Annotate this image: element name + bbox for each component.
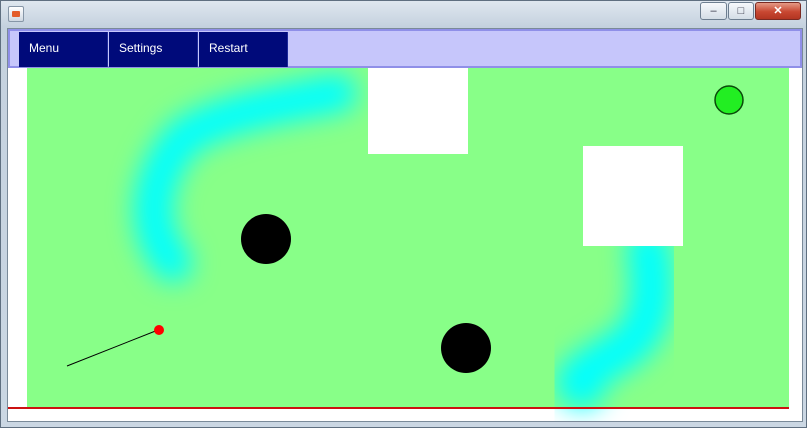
close-button[interactable]: ✕: [755, 2, 801, 20]
wall-block-right: [583, 146, 683, 246]
game-window: – □ ✕ Menu Settings Restart: [0, 0, 807, 428]
minimize-button[interactable]: –: [700, 2, 727, 20]
game-field-svg[interactable]: [8, 68, 802, 421]
restart-button[interactable]: Restart: [199, 32, 288, 67]
client-area: Menu Settings Restart: [7, 28, 803, 422]
settings-button[interactable]: Settings: [109, 32, 198, 67]
maximize-button[interactable]: □: [728, 2, 754, 20]
target-icon: [714, 85, 744, 115]
hole-icon: [241, 214, 291, 264]
title-bar[interactable]: – □ ✕: [1, 1, 806, 27]
hole-icon: [441, 323, 491, 373]
menu-bar: Menu Settings Restart: [8, 29, 802, 68]
wall-block-top: [368, 68, 468, 154]
ball-icon[interactable]: [154, 325, 164, 335]
menu-button[interactable]: Menu: [19, 32, 108, 67]
java-app-icon: [8, 6, 24, 22]
game-canvas[interactable]: [8, 68, 802, 421]
